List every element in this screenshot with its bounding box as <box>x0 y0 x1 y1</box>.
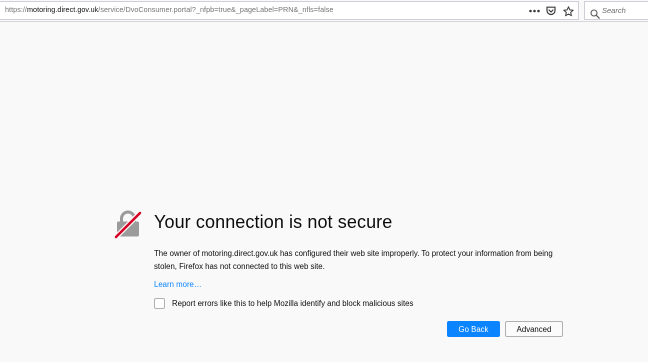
report-errors-checkbox[interactable] <box>154 298 165 309</box>
navigation-toolbar: https://motoring.direct.gov.uk/service/D… <box>0 0 648 22</box>
go-back-button[interactable]: Go Back <box>447 321 500 337</box>
url-bar[interactable]: https://motoring.direct.gov.uk/service/D… <box>0 1 579 20</box>
page-actions <box>528 4 574 18</box>
bookmark-star-icon[interactable] <box>562 4 574 18</box>
pocket-icon[interactable] <box>545 4 557 18</box>
more-actions-icon[interactable] <box>528 4 540 18</box>
learn-more-link[interactable]: Learn more… <box>154 280 202 289</box>
search-placeholder: Search <box>602 6 626 15</box>
error-title: Your connection is not secure <box>154 212 393 232</box>
url-path: /service/DvoConsumer.portal?_nfpb=true&_… <box>98 5 334 14</box>
url-host: motoring.direct.gov.uk <box>26 5 99 14</box>
search-icon <box>590 6 600 19</box>
broken-lock-icon <box>113 209 143 240</box>
search-bar[interactable]: Search <box>584 1 648 20</box>
url-text[interactable]: https://motoring.direct.gov.uk/service/D… <box>5 5 333 14</box>
error-description: The owner of motoring.direct.gov.uk has … <box>154 249 553 271</box>
report-errors-label[interactable]: Report errors like this to help Mozilla … <box>172 299 413 308</box>
url-prefix: https:// <box>5 5 27 14</box>
report-errors-row: Report errors like this to help Mozilla … <box>154 297 413 310</box>
advanced-button[interactable]: Advanced <box>505 321 563 337</box>
